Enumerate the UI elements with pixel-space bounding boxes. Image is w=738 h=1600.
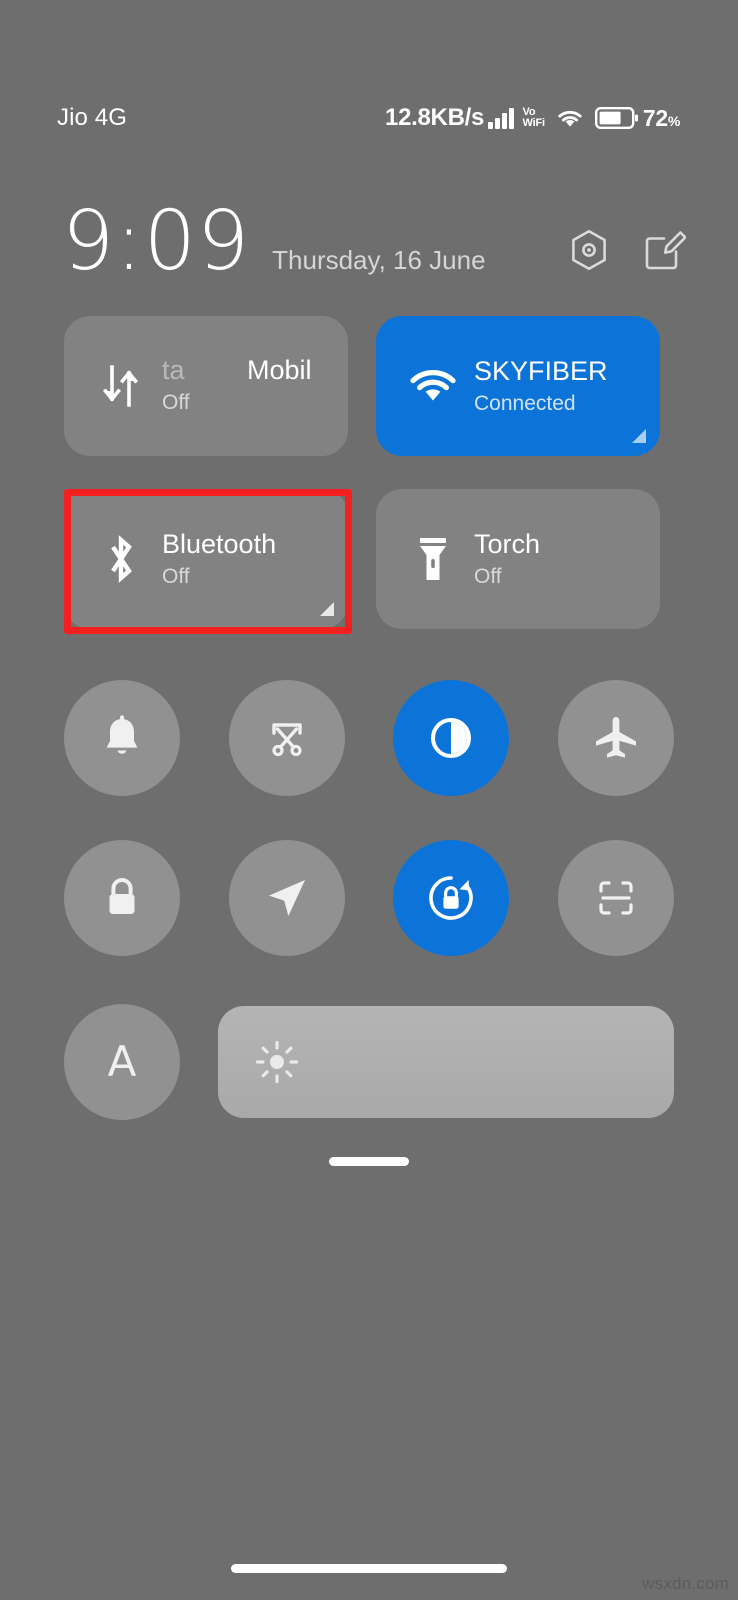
wifi-icon: [404, 364, 462, 408]
quick-toggle-row-1: [64, 680, 674, 796]
torch-icon: [404, 532, 462, 586]
volte-line-2: WiFi: [522, 117, 546, 129]
tile-row-2: Bluetooth Off Torch Off: [64, 489, 674, 629]
signal-bars-icon: [488, 107, 514, 129]
quick-toggles: [64, 680, 674, 956]
tile-torch[interactable]: Torch Off: [376, 489, 660, 629]
airplane-icon: [595, 717, 636, 758]
panel-header: 9:09 Thursday, 16 June: [0, 186, 738, 283]
toggle-screenshot[interactable]: [228, 680, 345, 796]
toggle-dark-mode[interactable]: [393, 680, 510, 796]
battery-percent-symbol: %: [667, 112, 680, 129]
scan-frame-icon: [599, 881, 633, 915]
toggle-airplane-mode[interactable]: [557, 680, 674, 796]
dark-mode-contrast-icon: [431, 718, 472, 758]
screenshot-scissors-icon: [271, 723, 302, 757]
tile-wifi[interactable]: SKYFIBER Connected: [376, 316, 660, 456]
tile-wifi-subtitle: Connected: [474, 392, 576, 415]
home-gesture-bar[interactable]: [231, 1564, 507, 1573]
toggle-screen-lock[interactable]: [64, 840, 180, 956]
tile-wifi-text: SKYFIBER Connected: [474, 354, 608, 418]
bell-icon: [106, 715, 138, 754]
auto-brightness-label: A: [107, 1037, 137, 1086]
tile-mobile-data-subtitle: Off: [162, 391, 190, 414]
tile-mobile-data-title-outgoing: ta: [162, 355, 185, 385]
tile-row-1: ta Mobil Off SKYFIBER Connected: [64, 316, 674, 456]
bluetooth-icon: [92, 531, 150, 587]
tile-torch-text: Torch Off: [474, 527, 540, 591]
battery-icon: [594, 107, 638, 130]
location-arrow-icon: [268, 880, 305, 916]
tile-bluetooth[interactable]: Bluetooth Off: [64, 489, 348, 629]
tile-wifi-title: SKYFIBER: [474, 356, 608, 386]
tile-bluetooth-expand-indicator[interactable]: [320, 602, 334, 616]
toggle-sound[interactable]: [64, 680, 180, 796]
brightness-row: A: [64, 1004, 674, 1120]
quick-toggle-row-2: [64, 840, 674, 956]
status-bar-right-group: 12.8KB/s Vo WiFi 72%: [385, 104, 680, 132]
clock-date[interactable]: Thursday, 16 June: [272, 245, 485, 275]
tile-bluetooth-title: Bluetooth: [162, 529, 277, 559]
toggle-location[interactable]: [228, 840, 345, 956]
tile-mobile-data-text: ta Mobil Off: [162, 353, 348, 419]
status-bar: Jio 4G 12.8KB/s Vo WiFi 72%: [0, 96, 738, 140]
panel-drag-handle[interactable]: [329, 1157, 409, 1166]
quick-settings-panel: Jio 4G 12.8KB/s Vo WiFi 72% 9:09 Thursda…: [0, 0, 738, 1600]
tile-mobile-data-title: Mobil: [247, 355, 312, 385]
mobile-data-icon: [92, 361, 150, 411]
lock-icon: [109, 878, 135, 914]
brightness-slider[interactable]: [218, 1006, 674, 1118]
settings-hexagon-icon[interactable]: [568, 228, 610, 272]
tile-bluetooth-text: Bluetooth Off: [162, 527, 276, 591]
battery-percent: 72%: [643, 105, 680, 132]
watermark: wsxdn.com: [642, 1574, 729, 1593]
carrier-label: Jio 4G: [57, 104, 127, 131]
brightness-sun-icon: [255, 1040, 299, 1084]
edit-tiles-icon[interactable]: [644, 229, 686, 271]
toggle-auto-brightness[interactable]: A: [64, 1004, 180, 1120]
tile-torch-title: Torch: [474, 529, 541, 559]
rotation-lock-icon: [429, 876, 474, 920]
tile-torch-subtitle: Off: [474, 565, 502, 588]
tile-mobile-data[interactable]: ta Mobil Off: [64, 316, 348, 456]
network-speed-label: 12.8KB/s: [385, 104, 485, 131]
header-actions: [568, 228, 686, 272]
battery-percent-value: 72: [642, 104, 668, 131]
wifi-icon: [558, 110, 582, 127]
clock-time[interactable]: 9:09: [62, 201, 250, 283]
toggle-auto-rotate-lock[interactable]: [393, 840, 510, 956]
volte-wifi-icon: Vo WiFi: [522, 106, 546, 130]
tile-bluetooth-subtitle: Off: [162, 565, 190, 588]
toggle-scanner[interactable]: [557, 840, 674, 956]
tiles-grid: ta Mobil Off SKYFIBER Connected Bluetoot…: [64, 316, 674, 629]
tile-wifi-expand-indicator[interactable]: [632, 429, 646, 443]
